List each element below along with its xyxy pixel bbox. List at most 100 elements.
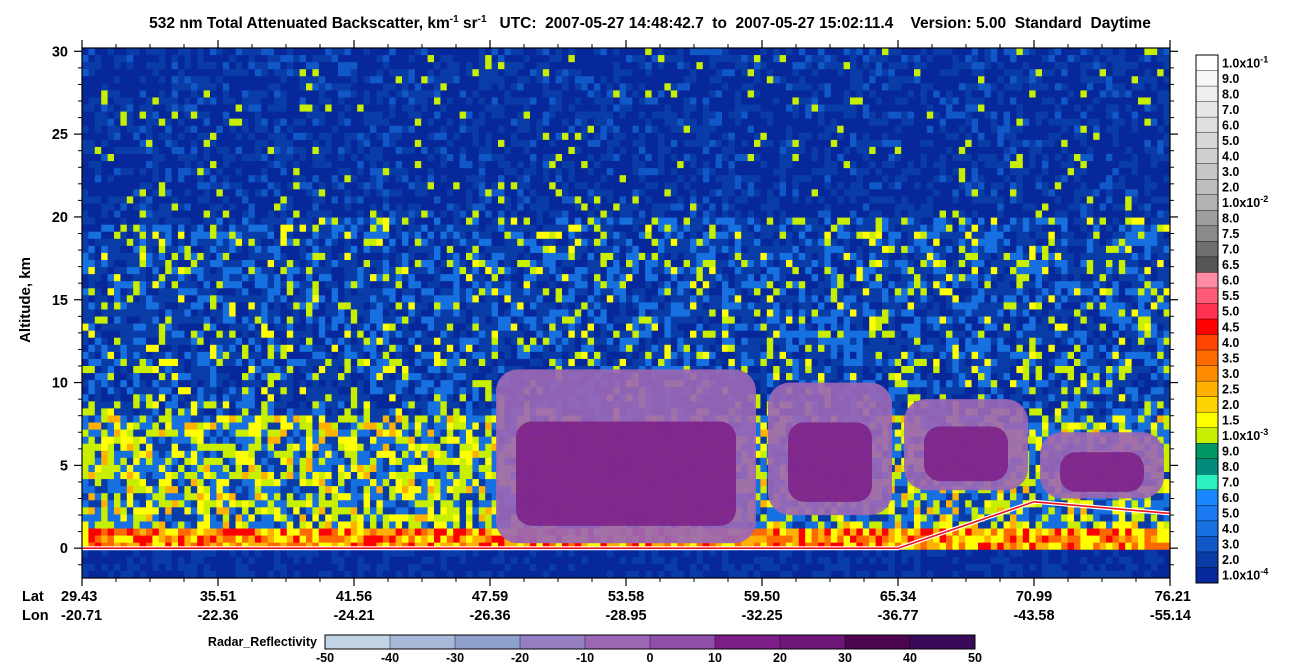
heatmap-cell xyxy=(677,168,684,176)
heatmap-cell xyxy=(830,168,838,176)
heatmap-cell xyxy=(101,238,108,247)
heatmap-cell xyxy=(274,217,281,226)
heatmap-cell xyxy=(1131,125,1139,134)
heatmap-cell xyxy=(869,83,876,91)
heatmap-cell xyxy=(1042,69,1049,77)
heatmap-cell xyxy=(491,182,499,190)
heatmap-cell xyxy=(626,83,633,91)
heatmap-cell xyxy=(741,224,748,233)
heatmap-cell xyxy=(222,203,230,211)
heatmap-cell xyxy=(1003,245,1011,254)
heatmap-cell xyxy=(536,55,544,63)
heatmap-cell xyxy=(978,224,985,233)
heatmap-cell xyxy=(1106,146,1113,155)
heatmap-cell xyxy=(152,217,160,226)
heatmap-cell xyxy=(1125,69,1132,77)
heatmap-cell xyxy=(261,90,268,98)
heatmap-cell xyxy=(933,132,940,141)
heatmap-cell xyxy=(600,231,608,240)
heatmap-cell xyxy=(88,196,96,204)
heatmap-cell xyxy=(939,146,947,155)
heatmap-cell xyxy=(645,210,652,218)
heatmap-cell xyxy=(261,175,268,183)
heatmap-cell xyxy=(946,48,953,56)
heatmap-cell xyxy=(446,90,454,98)
heatmap-cell xyxy=(1016,217,1024,226)
heatmap-cell xyxy=(1048,76,1056,84)
heatmap-cell xyxy=(1112,210,1120,218)
heatmap-cell xyxy=(728,231,736,240)
heatmap-cell xyxy=(907,154,915,162)
heatmap-cell xyxy=(933,154,940,162)
heatmap-cell xyxy=(222,224,230,233)
heatmap-cell xyxy=(856,83,864,91)
heatmap-cell xyxy=(427,231,435,240)
heatmap-cell xyxy=(114,132,121,141)
heatmap-cell xyxy=(1061,48,1068,56)
heatmap-cell xyxy=(1016,182,1024,190)
heatmap-cell xyxy=(933,76,940,84)
heatmap-cell xyxy=(146,48,153,56)
heatmap-cell xyxy=(510,111,518,120)
heatmap-cell xyxy=(632,62,640,70)
heatmap-cell xyxy=(453,69,460,77)
heatmap-cell xyxy=(587,217,595,226)
heatmap-cell xyxy=(88,69,96,77)
heatmap-cell xyxy=(882,175,889,183)
heatmap-cell xyxy=(395,168,403,176)
heatmap-cell xyxy=(376,146,384,155)
heatmap-cell xyxy=(1144,132,1152,141)
heatmap-cell xyxy=(664,139,672,148)
heatmap-cell xyxy=(440,210,448,218)
heatmap-cell xyxy=(203,217,211,226)
heatmap-cell xyxy=(690,83,697,91)
heatmap-cell xyxy=(952,161,960,169)
heatmap-cell xyxy=(606,90,614,98)
heatmap-cell xyxy=(1112,97,1120,105)
heatmap-cell xyxy=(1131,118,1139,127)
heatmap-cell xyxy=(754,125,761,134)
heatmap-cell xyxy=(440,69,448,77)
heatmap-cell xyxy=(504,154,512,162)
heatmap-cell xyxy=(792,224,800,233)
heatmap-cell xyxy=(965,111,972,120)
heatmap-cell xyxy=(152,210,160,218)
heatmap-cell xyxy=(1131,245,1139,254)
heatmap-cell xyxy=(978,203,985,211)
heatmap-cell xyxy=(1112,217,1120,226)
heatmap-cell xyxy=(798,62,806,70)
heatmap-cell xyxy=(107,69,115,77)
heatmap-cell xyxy=(306,97,313,105)
heatmap-cell xyxy=(101,62,108,70)
heatmap-cell xyxy=(1138,69,1145,77)
heatmap-cell xyxy=(357,55,364,63)
heatmap-cell xyxy=(920,139,928,148)
heatmap-cell xyxy=(728,203,736,211)
heatmap-cell xyxy=(1131,196,1139,204)
heatmap-cell xyxy=(766,196,774,204)
heatmap-cell xyxy=(453,203,460,211)
heatmap-cell xyxy=(632,224,640,233)
heatmap-cell xyxy=(1157,118,1164,127)
heatmap-cell xyxy=(645,104,652,112)
heatmap-cell xyxy=(517,175,524,183)
heatmap-cell xyxy=(363,196,371,204)
heatmap-cell xyxy=(1106,125,1113,134)
heatmap-cell xyxy=(478,104,486,112)
heatmap-cell xyxy=(1074,238,1081,247)
heatmap-cell xyxy=(754,161,761,169)
heatmap-cell xyxy=(805,83,812,91)
heatmap-cell xyxy=(1157,175,1164,183)
heatmap-cell xyxy=(830,62,838,70)
heatmap-cell xyxy=(958,111,966,120)
heatmap-cell xyxy=(370,175,377,183)
heatmap-cell xyxy=(747,238,755,247)
heatmap-cell xyxy=(248,161,256,169)
heatmap-cell xyxy=(645,146,652,155)
heatmap-cell xyxy=(606,55,614,63)
heatmap-cell xyxy=(830,55,838,63)
heatmap-cell xyxy=(702,203,710,211)
heatmap-cell xyxy=(722,245,729,254)
heatmap-cell xyxy=(734,83,742,91)
heatmap-cell xyxy=(510,104,518,112)
